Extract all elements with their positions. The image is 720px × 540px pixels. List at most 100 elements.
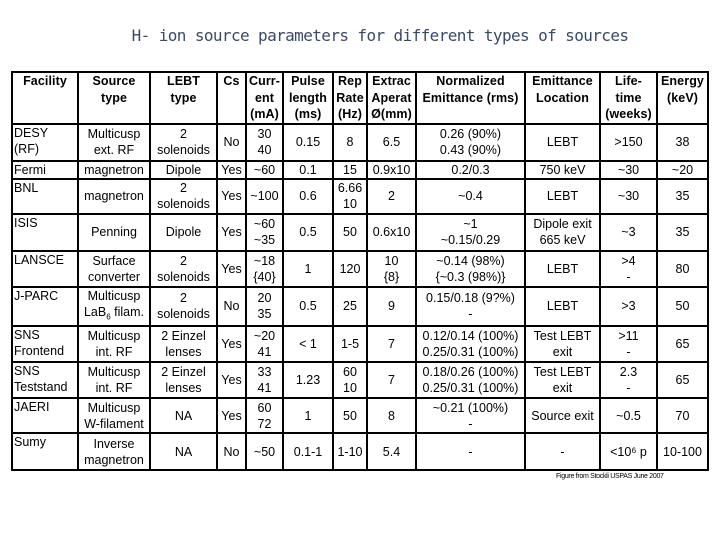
header-emittance-location: Emittance Location	[524, 71, 601, 125]
header-text: type	[170, 90, 197, 105]
cell-text: No	[223, 135, 240, 149]
cell-text: 5.4	[382, 444, 401, 459]
cell-current: ~60 ~35	[245, 212, 284, 252]
cell-text: 0.9x10	[372, 162, 411, 177]
header-text: Normalized	[436, 74, 505, 88]
cell-emittance-location: Test LEBT exit	[524, 325, 601, 363]
cell-text: Source exit	[531, 408, 594, 423]
cell-text: Inverse	[93, 436, 135, 451]
table-row: DESY (RF) Multicusp ext. RF 2 solenoids No 30 40…	[11, 122, 709, 162]
cell-normalized-emittance: -	[415, 432, 526, 471]
cell-text: Yes	[221, 373, 242, 387]
cell-text: {40}	[253, 269, 276, 284]
header-lifetime: Life-time (weeks)	[599, 71, 658, 125]
cell-source-type: magnetron	[77, 159, 151, 180]
cell-text: Surface	[92, 253, 136, 268]
cell-facility: SNS Frontend	[11, 325, 79, 363]
cell-rep-rate: 60 10	[332, 361, 368, 399]
cell-text: 9	[388, 299, 395, 314]
header-row: Facility Source type LEBT type Cs Curr-ent (mA)…	[11, 71, 709, 125]
cell-text: J-PARC	[14, 288, 59, 303]
cell-text: BNL	[14, 180, 39, 195]
header-text: Location	[536, 90, 589, 105]
cell-pulse-length: 0.6	[282, 177, 334, 215]
cell-current: ~18 {40}	[245, 249, 284, 288]
cell-text: 7	[388, 337, 395, 351]
cell-current: ~50	[245, 432, 284, 471]
cell-current: ~20 41	[245, 325, 284, 363]
ion-source-parameters-table: Facility Source type LEBT type Cs Curr-ent (mA)…	[11, 71, 709, 471]
cell-rep-rate: 15	[332, 159, 368, 180]
table-row: BNL magnetron 2 solenoids Yes ~100 0.6 6.66 10 2 ~…	[11, 177, 709, 215]
cell-text: 2.3	[619, 365, 638, 379]
header-text: ent	[254, 90, 275, 105]
cell-emittance-location: LEBT	[524, 285, 601, 327]
cell-energy: 38	[656, 122, 709, 162]
cell-normalized-emittance: ~0.14 (98%) {~0.3 (98%)}	[415, 249, 526, 288]
cell-extraction-aperture: 10 {8}	[366, 249, 417, 288]
header-text: type	[100, 90, 128, 105]
cell-text: {~0.3 (98%)}	[435, 269, 506, 284]
header-text: (weeks)	[605, 107, 652, 121]
cell-rep-rate: 8	[332, 122, 368, 162]
cell-emittance-location: LEBT	[524, 249, 601, 288]
cell-text: SNS	[14, 364, 40, 378]
cell-text: 33	[257, 365, 272, 379]
cell-text: 2	[388, 189, 395, 203]
cell-emittance-location: LEBT	[524, 122, 601, 162]
cell-lifetime: >4-	[599, 249, 658, 288]
cell-text: 0.5	[299, 225, 317, 239]
cell-facility: SNS Teststand	[11, 361, 79, 399]
cell-cesium: Yes	[216, 212, 247, 252]
cell-lifetime: ~30	[599, 177, 658, 215]
cell-text: < 1	[299, 337, 317, 351]
cell-extraction-aperture: 6.5	[366, 122, 417, 162]
cell-current: 30 40	[245, 122, 284, 162]
table-row: Fermi magnetron Dipole Yes ~60 0.1 15 0.9x10 0.2…	[11, 159, 709, 180]
cell-text: -	[468, 444, 473, 459]
cell-cesium: Yes	[216, 159, 247, 180]
header-text: Curr-	[248, 74, 281, 88]
cell-text: Yes	[221, 225, 242, 239]
cell-text: 0.2/0.3	[451, 162, 490, 177]
cell-text: 0.12/0.14 (100%)	[422, 329, 519, 343]
cell-text: 30	[257, 127, 272, 141]
cell-text: 2	[180, 291, 187, 306]
header-current: Curr-ent (mA)	[245, 71, 284, 125]
cell-text: Multicusp	[87, 288, 141, 303]
header-text: Ø(mm)	[371, 107, 412, 121]
cell-text: NA	[174, 408, 193, 423]
cell-lebt-type: 2 Einzel lenses	[149, 361, 218, 399]
cell-text: converter	[87, 269, 141, 284]
cell-pulse-length: 1	[282, 249, 334, 288]
cell-text: NA	[174, 444, 193, 459]
cell-text: ~20	[671, 162, 694, 177]
cell-text: ~100	[250, 189, 279, 203]
cell-normalized-emittance: 0.26 (90%) 0.43 (90%)	[415, 122, 526, 162]
cell-text: Sumy	[14, 435, 46, 449]
cell-text: magnetron	[84, 189, 144, 203]
cell-lifetime: <10⁶ p	[599, 432, 658, 471]
header-text: LEBT	[166, 74, 201, 88]
cell-extraction-aperture: 8	[366, 397, 417, 434]
cell-source-type: Multicusp LaB6 filam.	[77, 285, 151, 327]
cell-text: 25	[343, 299, 357, 314]
cell-text: 120	[339, 261, 361, 276]
source-footnote: Figure from Stockli USPAS June 2007	[556, 473, 664, 480]
cell-facility: Sumy	[11, 432, 79, 471]
cell-text: 1-10	[337, 444, 363, 459]
cell-text: 35	[675, 189, 690, 203]
cell-text: LEBT	[546, 299, 579, 314]
cell-text: 72	[257, 416, 272, 431]
cell-emittance-location: 750 keV	[524, 159, 601, 180]
cell-extraction-aperture: 2	[366, 177, 417, 215]
cell-source-type: Multicusp int. RF	[77, 361, 151, 399]
cell-text: 0.25/0.31 (100%)	[422, 345, 519, 359]
cell-lebt-type: Dipole	[149, 212, 218, 252]
cell-cesium: Yes	[216, 397, 247, 434]
cell-text: ~60	[253, 162, 276, 177]
cell-pulse-length: 0.15	[282, 122, 334, 162]
cell-lifetime: >11 -	[599, 325, 658, 363]
cell-text: ~60	[253, 217, 276, 231]
cell-source-type: Multicusp W-filament	[77, 397, 151, 434]
